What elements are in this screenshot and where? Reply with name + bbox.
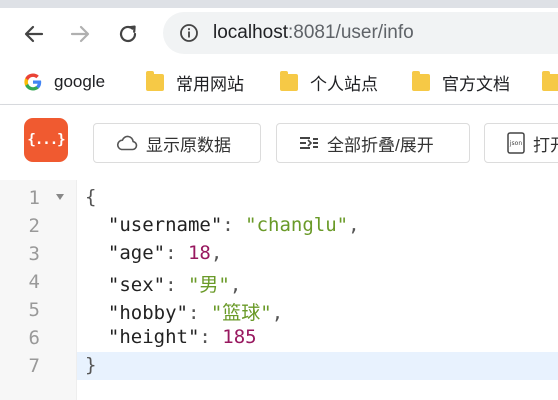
bookmark-label: 官方文档 [442, 74, 510, 94]
bookmark-folder-official-docs[interactable]: 官方文档 [412, 67, 510, 97]
line-number: 4 [28, 271, 40, 293]
address-bar[interactable]: localhost:8081/user/info [163, 12, 558, 54]
cloud-icon [116, 135, 138, 151]
json-viewer: 1 { 2 "username": "changlu", 3 "age": 18… [0, 180, 558, 400]
line-number: 6 [28, 327, 40, 349]
code-line: 2 "username": "changlu", [0, 212, 558, 240]
folder-icon [280, 70, 298, 91]
folder-icon [542, 70, 558, 91]
json-key: "sex" [107, 274, 166, 296]
folder-icon [146, 70, 164, 91]
code-line: 5 "hobby": "篮球", [0, 296, 558, 324]
json-key: "username" [107, 214, 223, 236]
url-host: localhost [213, 22, 288, 43]
fold-arrow-icon[interactable] [56, 194, 64, 200]
line-number: 5 [28, 299, 40, 321]
bookmark-folder-common-sites[interactable]: 常用网站 [146, 67, 244, 97]
navigation-bar: localhost:8081/user/info [0, 8, 558, 60]
extension-logo[interactable]: {...} [24, 118, 68, 162]
json-key: "height" [107, 326, 200, 348]
open-brace: { [85, 186, 97, 208]
json-value: "男" [187, 274, 230, 296]
line-number: 7 [28, 355, 40, 377]
active-line-highlight [77, 352, 558, 380]
json-file-icon: json [507, 132, 525, 154]
url-path: :8081/user/info [288, 22, 414, 43]
code-line-active: 7 } [0, 352, 558, 380]
show-raw-data-label: 显示原数据 [146, 135, 231, 155]
json-value: 18 [187, 242, 211, 264]
collapse-expand-all-button[interactable]: 全部折叠/展开 [276, 123, 470, 163]
bookmark-label: 个人站点 [310, 74, 378, 94]
site-info-icon[interactable] [179, 23, 199, 48]
code-line: 4 "sex": "男", [0, 268, 558, 296]
line-number: 1 [28, 187, 40, 209]
json-value: "篮球" [210, 302, 272, 324]
google-icon [24, 73, 42, 91]
bookmark-label: 常用网站 [176, 74, 244, 94]
bookmarks-bar: google 常用网站 个人站点 官方文档 [0, 60, 558, 105]
bookmark-google[interactable]: google [24, 67, 105, 97]
close-brace: } [85, 354, 97, 376]
json-toolbar: {...} 显示原数据 全部折叠/展开 json 打 [0, 105, 558, 180]
json-key: "age" [107, 242, 166, 264]
back-arrow-icon [24, 25, 44, 43]
line-number: 2 [28, 215, 40, 237]
url-text[interactable]: localhost:8081/user/info [213, 22, 414, 44]
code-line: 1 { [0, 184, 558, 212]
svg-text:json: json [509, 140, 522, 147]
code-line: 6 "height": 185 [0, 324, 558, 352]
reload-button[interactable] [114, 20, 142, 48]
forward-arrow-icon [70, 25, 90, 43]
json-value: "changlu" [245, 214, 349, 236]
collapse-expand-all-label: 全部折叠/展开 [327, 135, 434, 155]
back-button[interactable] [20, 20, 48, 48]
bookmark-folder-more[interactable] [542, 67, 558, 97]
tab-strip [0, 0, 558, 8]
line-number: 3 [28, 243, 40, 265]
code-line: 3 "age": 18, [0, 240, 558, 268]
bookmark-folder-personal-sites[interactable]: 个人站点 [280, 67, 378, 97]
bookmark-label: google [54, 72, 106, 91]
folder-icon [412, 70, 430, 91]
json-value: 185 [222, 326, 257, 348]
collapse-toggle-icon [299, 135, 319, 151]
open-button[interactable]: json 打开 [484, 123, 558, 163]
json-key: "hobby" [107, 302, 188, 324]
forward-button[interactable] [66, 20, 94, 48]
reload-icon [119, 25, 137, 43]
show-raw-data-button[interactable]: 显示原数据 [93, 123, 261, 163]
open-label: 打开 [533, 135, 558, 155]
